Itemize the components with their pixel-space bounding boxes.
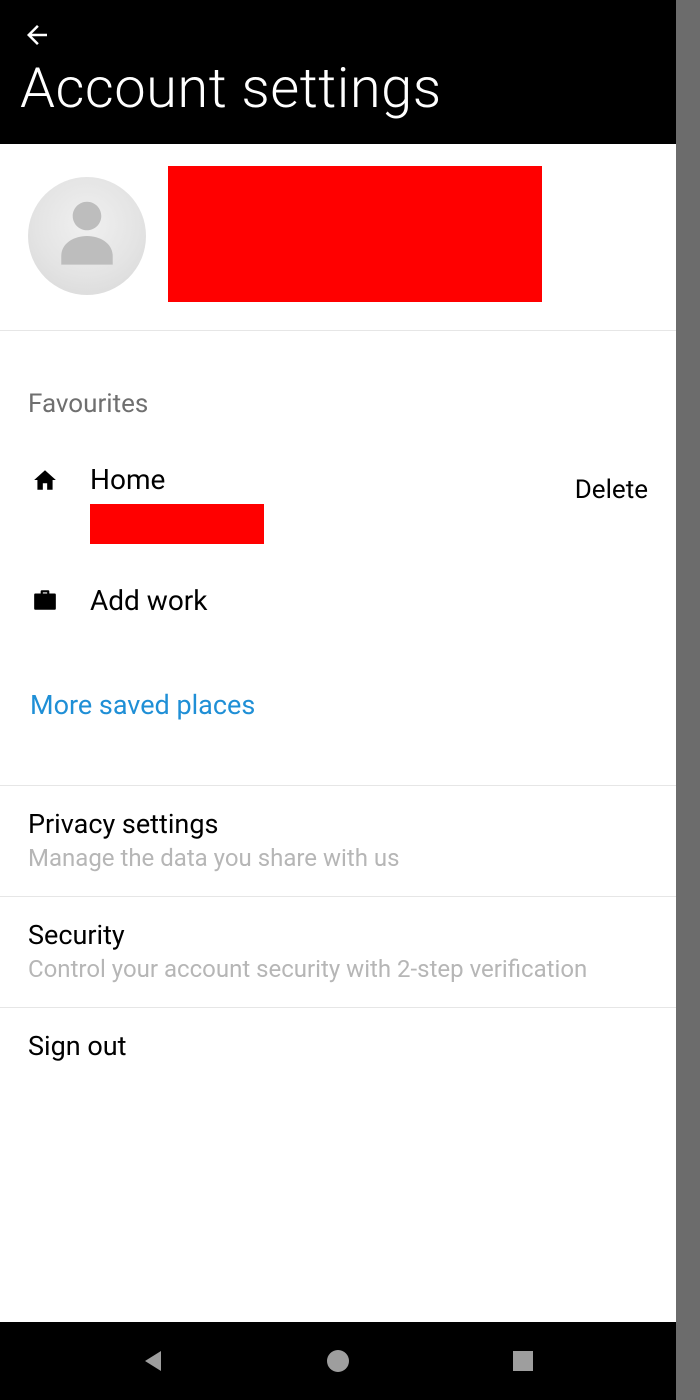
sign-out-title: Sign out [28, 1030, 648, 1062]
security-item[interactable]: Security Control your account security w… [0, 896, 676, 1007]
favourite-home-row: Home Delete [28, 463, 648, 566]
back-button[interactable] [20, 18, 54, 52]
favourite-home-label: Home [90, 463, 545, 496]
briefcase-icon [30, 585, 60, 615]
security-title: Security [28, 919, 648, 951]
profile-row[interactable] [0, 144, 676, 331]
nav-home-button[interactable] [323, 1346, 353, 1376]
nav-home-icon [325, 1348, 351, 1374]
person-icon [52, 196, 122, 276]
add-work-label: Add work [90, 584, 648, 617]
blank-space [0, 1086, 676, 1322]
more-saved-places-link[interactable]: More saved places [28, 689, 648, 721]
nav-recents-icon [512, 1350, 534, 1372]
home-icon [30, 465, 60, 495]
delete-home-button[interactable]: Delete [575, 463, 648, 505]
privacy-settings-item[interactable]: Privacy settings Manage the data you sha… [0, 785, 676, 896]
add-work-row[interactable]: Add work [28, 566, 648, 617]
header: Account settings [0, 0, 676, 144]
settings-list: Privacy settings Manage the data you sha… [0, 785, 676, 1086]
app-window: Account settings Favourites Home Delet [0, 0, 676, 1400]
sign-out-item[interactable]: Sign out [0, 1007, 676, 1086]
nav-back-icon [142, 1349, 164, 1373]
favourite-home[interactable]: Home [90, 463, 545, 544]
privacy-title: Privacy settings [28, 808, 648, 840]
privacy-subtitle: Manage the data you share with us [28, 844, 648, 872]
favourites-label: Favourites [28, 389, 648, 419]
nav-recents-button[interactable] [508, 1346, 538, 1376]
arrow-left-icon [22, 20, 52, 50]
background-strip [676, 0, 700, 1400]
favourites-section: Favourites Home Delete Add work [0, 331, 676, 721]
page-title: Account settings [20, 58, 656, 120]
avatar [28, 177, 146, 295]
favourite-home-address-redacted [90, 504, 264, 544]
security-subtitle: Control your account security with 2-ste… [28, 955, 648, 983]
nav-back-button[interactable] [138, 1346, 168, 1376]
android-nav-bar [0, 1322, 676, 1400]
profile-name-redacted [168, 166, 542, 302]
